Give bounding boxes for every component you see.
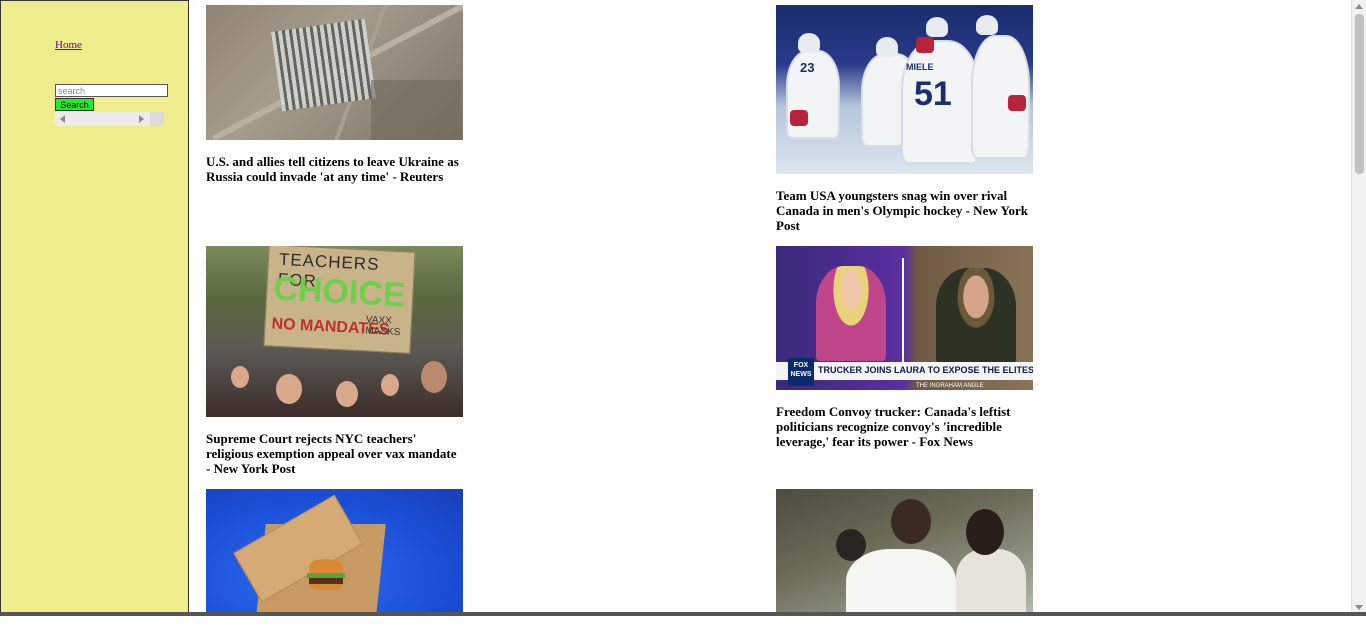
article-card: 23 MIELE 51 Team USA youngsters snag win… bbox=[776, 5, 1033, 233]
article-headline[interactable]: Supreme Court rejects NYC teachers' reli… bbox=[206, 431, 463, 476]
article-headline[interactable]: Freedom Convoy trucker: Canada's leftist… bbox=[776, 404, 1033, 449]
article-headline[interactable]: U.S. and allies tell citizens to leave U… bbox=[206, 154, 463, 184]
scrollbar-corner bbox=[150, 112, 164, 126]
article-headline[interactable]: Team USA youngsters snag win over rival … bbox=[776, 188, 1033, 233]
home-link[interactable]: Home bbox=[55, 39, 82, 51]
article-image-protest[interactable]: TEACHERS FOR CHOICE NO MANDATES VAXX MAS… bbox=[206, 246, 463, 417]
window-bottom-edge bbox=[0, 612, 1366, 616]
scrollbar-thumb[interactable] bbox=[1355, 14, 1364, 174]
article-card: U.S. and allies tell citizens to leave U… bbox=[206, 5, 463, 184]
article-image-interview[interactable]: TRUCKER JOINS LAURA TO EXPOSE THE ELITES… bbox=[776, 246, 1033, 390]
scroll-up-arrow-icon[interactable] bbox=[1355, 4, 1363, 9]
sidebar-horizontal-scrollbar[interactable] bbox=[55, 112, 164, 126]
article-card: TEACHERS FOR CHOICE NO MANDATES VAXX MAS… bbox=[206, 246, 463, 476]
search-input[interactable] bbox=[55, 84, 168, 97]
article-image-hockey[interactable]: 23 MIELE 51 bbox=[776, 5, 1033, 174]
fox-news-logo-icon: FOX NEWS bbox=[788, 358, 814, 386]
page-vertical-scrollbar[interactable] bbox=[1351, 0, 1366, 614]
article-card bbox=[776, 489, 1033, 630]
sidebar: Home Search bbox=[0, 0, 189, 614]
article-card bbox=[206, 489, 463, 630]
scroll-left-arrow-icon[interactable] bbox=[60, 115, 65, 123]
article-image-burger[interactable] bbox=[206, 489, 463, 616]
article-image-family[interactable] bbox=[776, 489, 1033, 616]
article-card: TRUCKER JOINS LAURA TO EXPOSE THE ELITES… bbox=[776, 246, 1033, 449]
scroll-down-arrow-icon[interactable] bbox=[1355, 605, 1363, 610]
article-image-satellite[interactable] bbox=[206, 5, 463, 140]
search-button[interactable]: Search bbox=[55, 98, 94, 111]
scroll-right-arrow-icon[interactable] bbox=[139, 115, 144, 123]
